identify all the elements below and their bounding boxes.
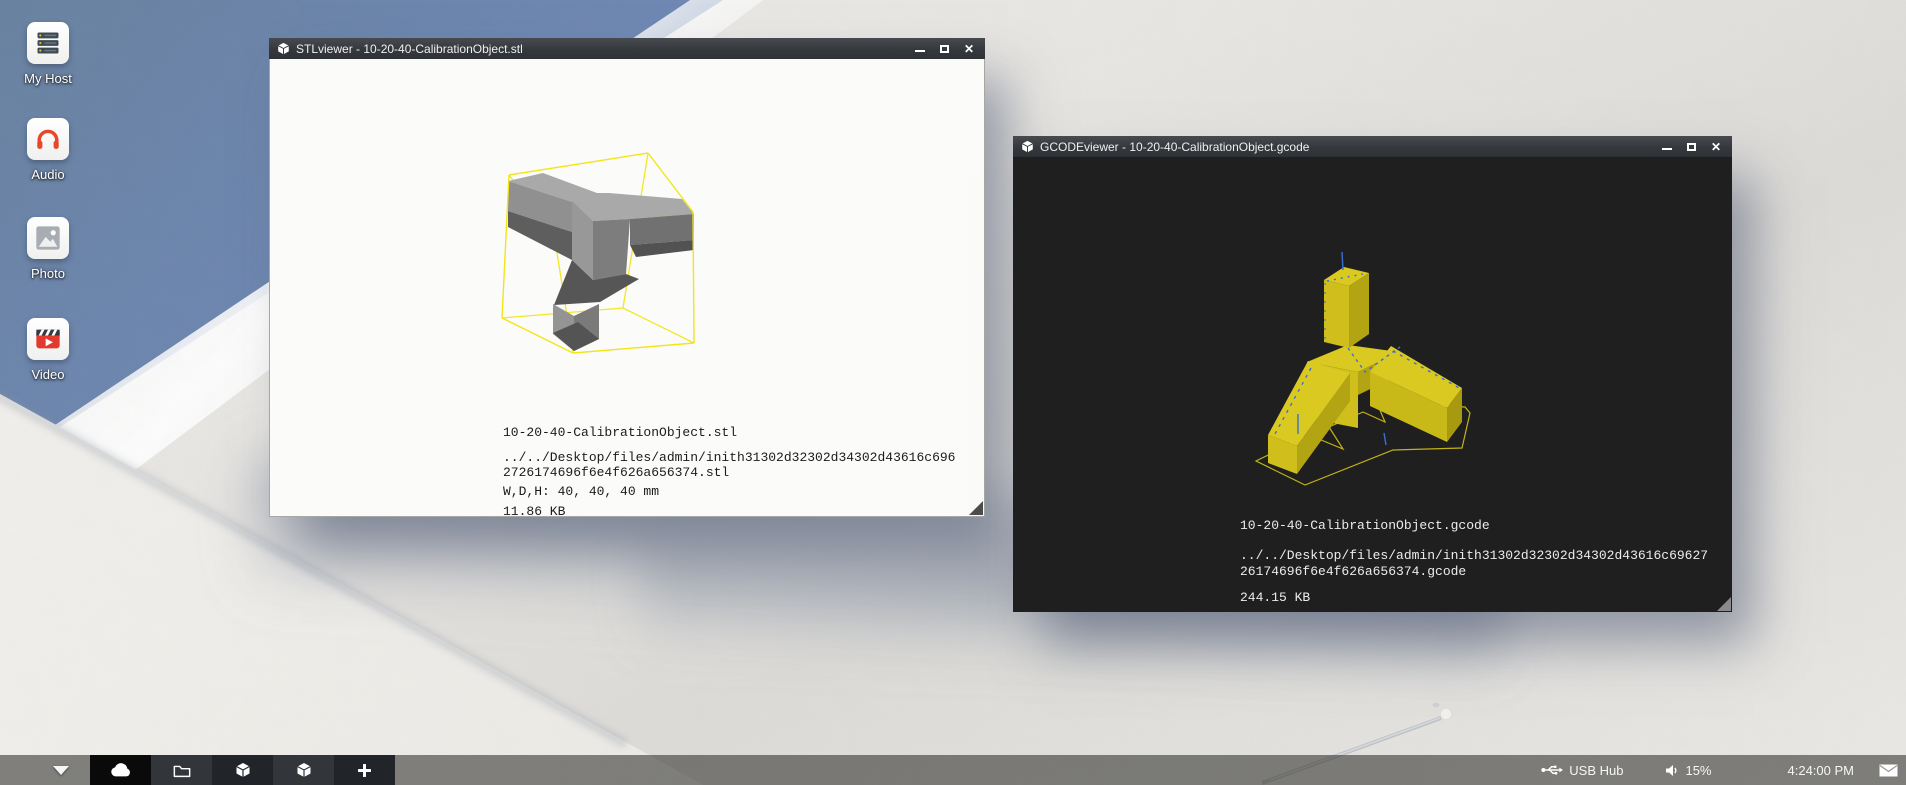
taskbar-app-strip bbox=[90, 755, 395, 785]
server-icon bbox=[34, 29, 62, 57]
stl-file-info: 10-20-40-CalibrationObject.stl ../../Des… bbox=[503, 425, 955, 519]
system-tray: USB Hub 15% 4:24:00 PM bbox=[1541, 755, 1906, 785]
envelope-icon bbox=[1879, 764, 1898, 777]
volume-tray-item[interactable]: 15% bbox=[1665, 763, 1711, 778]
gcode-titlebar[interactable]: GCODEviewer - 10-20-40-CalibrationObject… bbox=[1013, 136, 1732, 157]
stl-filename: 10-20-40-CalibrationObject.stl bbox=[503, 425, 955, 440]
desktop-icon-label: Audio bbox=[0, 167, 96, 182]
cube-icon bbox=[1021, 140, 1034, 153]
gcode-filesize: 244.15 KB bbox=[1240, 590, 1708, 606]
resize-grip[interactable] bbox=[969, 501, 983, 515]
video-icon bbox=[34, 325, 62, 353]
gcode-viewer-window: GCODEviewer - 10-20-40-CalibrationObject… bbox=[1013, 136, 1732, 612]
headphones-icon bbox=[34, 125, 62, 153]
volume-label: 15% bbox=[1685, 763, 1711, 778]
window-title: GCODEviewer - 10-20-40-CalibrationObject… bbox=[1040, 140, 1662, 154]
gcode-filename: 10-20-40-CalibrationObject.gcode bbox=[1240, 518, 1708, 534]
window-title: STLviewer - 10-20-40-CalibrationObject.s… bbox=[296, 42, 915, 56]
taskbar-app-stlviewer[interactable] bbox=[212, 755, 273, 785]
stl-object bbox=[508, 173, 694, 351]
resize-grip[interactable] bbox=[1717, 597, 1731, 611]
stl-filepath: ../../Desktop/files/admin/inith31302d323… bbox=[503, 450, 955, 480]
desktop-icon-video[interactable]: Video bbox=[0, 318, 96, 382]
usb-tray-item[interactable]: USB Hub bbox=[1541, 763, 1623, 778]
taskbar-app-cloud[interactable] bbox=[90, 755, 151, 785]
photo-icon bbox=[34, 224, 62, 252]
minimize-button[interactable] bbox=[915, 50, 925, 52]
desktop-icon-my-host[interactable]: My Host bbox=[0, 22, 96, 86]
stl-filesize: 11.86 KB bbox=[503, 504, 955, 519]
maximize-button[interactable] bbox=[940, 45, 949, 53]
plus-icon bbox=[357, 763, 372, 778]
desktop-icon-label: Photo bbox=[0, 266, 96, 281]
desktop: My Host Audio Photo bbox=[0, 0, 1906, 785]
cloud-icon bbox=[110, 762, 132, 778]
taskbar-app-add[interactable] bbox=[334, 755, 395, 785]
desktop-icon-photo[interactable]: Photo bbox=[0, 217, 96, 281]
usb-icon bbox=[1541, 764, 1563, 776]
desktop-icon-label: Video bbox=[0, 367, 96, 382]
minimize-button[interactable] bbox=[1662, 148, 1672, 150]
mail-tray-item[interactable] bbox=[1879, 764, 1898, 777]
stl-viewer-window: STLviewer - 10-20-40-CalibrationObject.s… bbox=[269, 38, 985, 517]
clock[interactable]: 4:24:00 PM bbox=[1788, 763, 1855, 778]
stl-titlebar[interactable]: STLviewer - 10-20-40-CalibrationObject.s… bbox=[269, 38, 985, 59]
taskbar: USB Hub 15% 4:24:00 PM bbox=[0, 755, 1906, 785]
desktop-icon-audio[interactable]: Audio bbox=[0, 118, 96, 182]
maximize-button[interactable] bbox=[1687, 143, 1696, 151]
gcode-filepath: ../../Desktop/files/admin/inith31302d323… bbox=[1240, 548, 1708, 580]
cube-icon bbox=[296, 762, 312, 778]
speaker-icon bbox=[1665, 764, 1679, 777]
folder-icon bbox=[173, 763, 191, 778]
chevron-down-icon[interactable] bbox=[53, 766, 69, 775]
taskbar-app-gcodeviewer[interactable] bbox=[273, 755, 334, 785]
close-button[interactable]: ✕ bbox=[1711, 142, 1721, 152]
cube-icon bbox=[235, 762, 251, 778]
desktop-icon-label: My Host bbox=[0, 71, 96, 86]
close-button[interactable]: ✕ bbox=[964, 44, 974, 54]
usb-label: USB Hub bbox=[1569, 763, 1623, 778]
cube-icon bbox=[277, 42, 290, 55]
gcode-object bbox=[1268, 267, 1462, 474]
gcode-file-info: 10-20-40-CalibrationObject.gcode ../../D… bbox=[1240, 518, 1708, 606]
stl-dimensions: W,D,H: 40, 40, 40 mm bbox=[503, 484, 955, 499]
taskbar-app-files[interactable] bbox=[151, 755, 212, 785]
